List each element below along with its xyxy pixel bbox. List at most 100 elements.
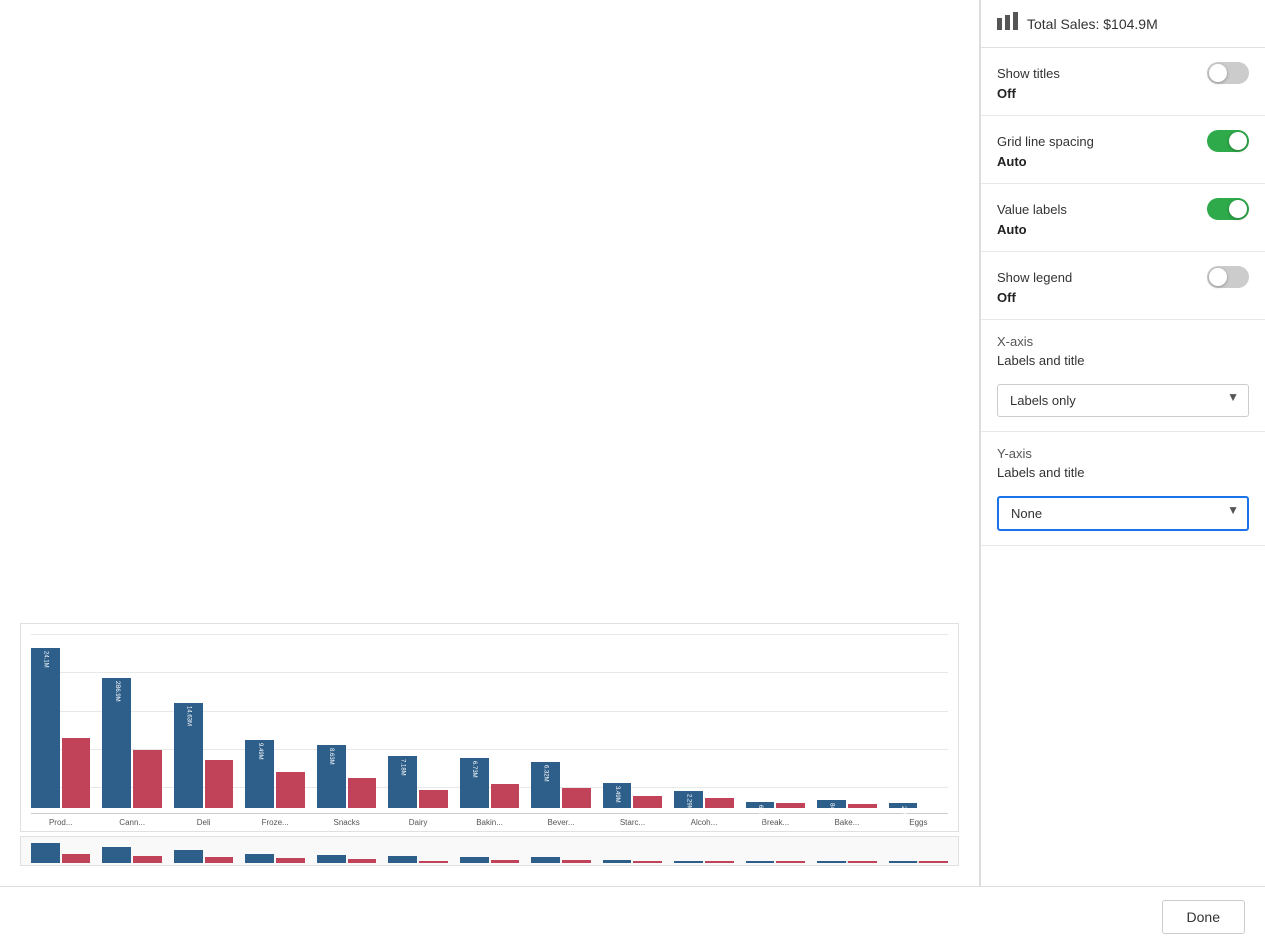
bar-blue[interactable]: 24.1M xyxy=(31,648,60,808)
category-label: Froze... xyxy=(245,818,304,827)
value-labels-row: Value labels xyxy=(997,198,1249,220)
mini-chart[interactable] xyxy=(20,836,959,866)
bar-group: 6.73M xyxy=(460,758,519,808)
bar-blue[interactable]: 7.18M xyxy=(388,756,417,808)
mini-bar-group xyxy=(245,854,304,863)
bar-value-label: 678.25k xyxy=(757,805,763,826)
y-axis-dropdown-wrapper: None Labels only Title only Both ▼ xyxy=(997,488,1249,531)
right-panel: Total Sales: $104.9M Show titles Off Gri… xyxy=(980,0,1265,886)
category-label: Alcoh... xyxy=(674,818,733,827)
bar-blue[interactable]: 2B6.9M xyxy=(102,678,131,808)
panel-title: Total Sales: $104.9M xyxy=(1027,16,1158,32)
show-legend-value: Off xyxy=(997,290,1249,305)
grid-line-spacing-toggle[interactable] xyxy=(1207,130,1249,152)
y-axis-title: Y-axis xyxy=(997,446,1249,461)
value-labels-toggle[interactable] xyxy=(1207,198,1249,220)
bar-value-label: 245.22k xyxy=(900,806,906,827)
bar-red[interactable] xyxy=(491,784,520,808)
bar-value-label: 7.18M xyxy=(400,759,406,776)
panel-header: Total Sales: $104.9M xyxy=(981,0,1265,48)
bar-group: 245.22k xyxy=(889,803,948,808)
bar-value-label: 3.49M xyxy=(614,786,620,803)
bar-value-label: 6.32M xyxy=(543,765,549,782)
value-labels-track xyxy=(1207,198,1249,220)
mini-bar-blue xyxy=(746,861,775,863)
bar-blue[interactable]: 3.49M xyxy=(603,783,632,808)
grid-line xyxy=(31,711,948,712)
mini-bar-red xyxy=(419,861,448,863)
mini-bar-red xyxy=(133,856,162,863)
grid-line-spacing-value: Auto xyxy=(997,154,1249,169)
category-label: Dairy xyxy=(388,818,447,827)
mini-bar-red xyxy=(205,857,234,863)
bar-red[interactable] xyxy=(705,798,734,808)
bar-blue[interactable]: 14.63M xyxy=(174,703,203,808)
category-label: Deli xyxy=(174,818,233,827)
mini-bar-group xyxy=(317,855,376,863)
category-label: Starc... xyxy=(603,818,662,827)
bar-red[interactable] xyxy=(205,760,234,808)
mini-bar-group xyxy=(603,860,662,863)
bar-blue[interactable]: 678.25k xyxy=(746,802,775,808)
bar-value-label: 24.1M xyxy=(42,651,48,668)
mini-bar-group xyxy=(102,847,161,863)
bar-blue[interactable]: 2.29M xyxy=(674,791,703,808)
grid-line-spacing-section: Grid line spacing Auto xyxy=(981,116,1265,184)
mini-bar-red xyxy=(348,859,377,863)
show-titles-toggle[interactable] xyxy=(1207,62,1249,84)
bar-value-label: 2.29M xyxy=(686,794,692,811)
grid-line-spacing-track xyxy=(1207,130,1249,152)
bar-red[interactable] xyxy=(848,804,877,808)
bar-blue[interactable]: 245.22k xyxy=(889,803,918,808)
grid-line-spacing-thumb xyxy=(1229,132,1247,150)
bar-value-label: 8.63M xyxy=(328,748,334,765)
bar-group: 14.63M xyxy=(174,703,233,808)
mini-bar-group xyxy=(817,861,876,863)
bar-red[interactable] xyxy=(562,788,591,808)
bar-red[interactable] xyxy=(776,803,805,808)
bar-red[interactable] xyxy=(348,778,377,808)
bar-blue[interactable]: 9.49M xyxy=(245,740,274,808)
bar-red[interactable] xyxy=(633,796,662,808)
grid-line-spacing-label: Grid line spacing xyxy=(997,134,1094,149)
bar-red[interactable] xyxy=(276,772,305,808)
bar-chart: 24.1M 2B6.9M 14.63M 9.49M 8.63M 7.18M 6.73M 6.3… xyxy=(31,634,948,814)
mini-bar-group xyxy=(889,861,948,863)
bar-group: 678.25k xyxy=(746,802,805,808)
category-labels: Prod...Cann...DeliFroze...SnacksDairyBak… xyxy=(31,814,948,831)
category-label: Cann... xyxy=(102,818,161,827)
done-button[interactable]: Done xyxy=(1162,900,1245,934)
bar-blue[interactable]: 6.32M xyxy=(531,762,560,808)
bar-value-label: 9.49M xyxy=(257,743,263,760)
bar-blue[interactable]: 6.73M xyxy=(460,758,489,808)
y-axis-select[interactable]: None Labels only Title only Both xyxy=(997,496,1249,531)
bar-group: 2B6.9M xyxy=(102,678,161,808)
mini-bar-red xyxy=(62,854,91,863)
value-labels-section: Value labels Auto xyxy=(981,184,1265,252)
mini-bar-blue xyxy=(889,861,918,863)
mini-bar-red xyxy=(562,860,591,863)
bar-red[interactable] xyxy=(62,738,91,808)
mini-bar-blue xyxy=(388,856,417,863)
y-axis-sub-label: Labels and title xyxy=(997,465,1249,480)
bar-red[interactable] xyxy=(419,790,448,808)
show-titles-section: Show titles Off xyxy=(981,48,1265,116)
x-axis-select[interactable]: Labels only Title only Both None xyxy=(997,384,1249,417)
chart-area: 24.1M 2B6.9M 14.63M 9.49M 8.63M 7.18M 6.73M 6.3… xyxy=(0,0,980,886)
x-axis-sub-label: Labels and title xyxy=(997,353,1249,368)
footer: Done xyxy=(0,886,1265,946)
bar-red[interactable] xyxy=(133,750,162,808)
mini-bar-group xyxy=(531,857,590,863)
show-legend-label: Show legend xyxy=(997,270,1072,285)
category-label: Snacks xyxy=(317,818,376,827)
show-legend-toggle[interactable] xyxy=(1207,266,1249,288)
bar-blue[interactable]: 8.63M xyxy=(317,745,346,808)
show-titles-thumb xyxy=(1209,64,1227,82)
x-axis-dropdown-wrapper: Labels only Title only Both None ▼ xyxy=(997,376,1249,417)
mini-bar-blue xyxy=(317,855,346,863)
bar-group: 6.32M xyxy=(531,762,590,808)
bar-blue[interactable]: 842.3k xyxy=(817,800,846,808)
mini-bar-blue xyxy=(245,854,274,863)
bar-group: 9.49M xyxy=(245,740,304,808)
grid-line xyxy=(31,749,948,750)
